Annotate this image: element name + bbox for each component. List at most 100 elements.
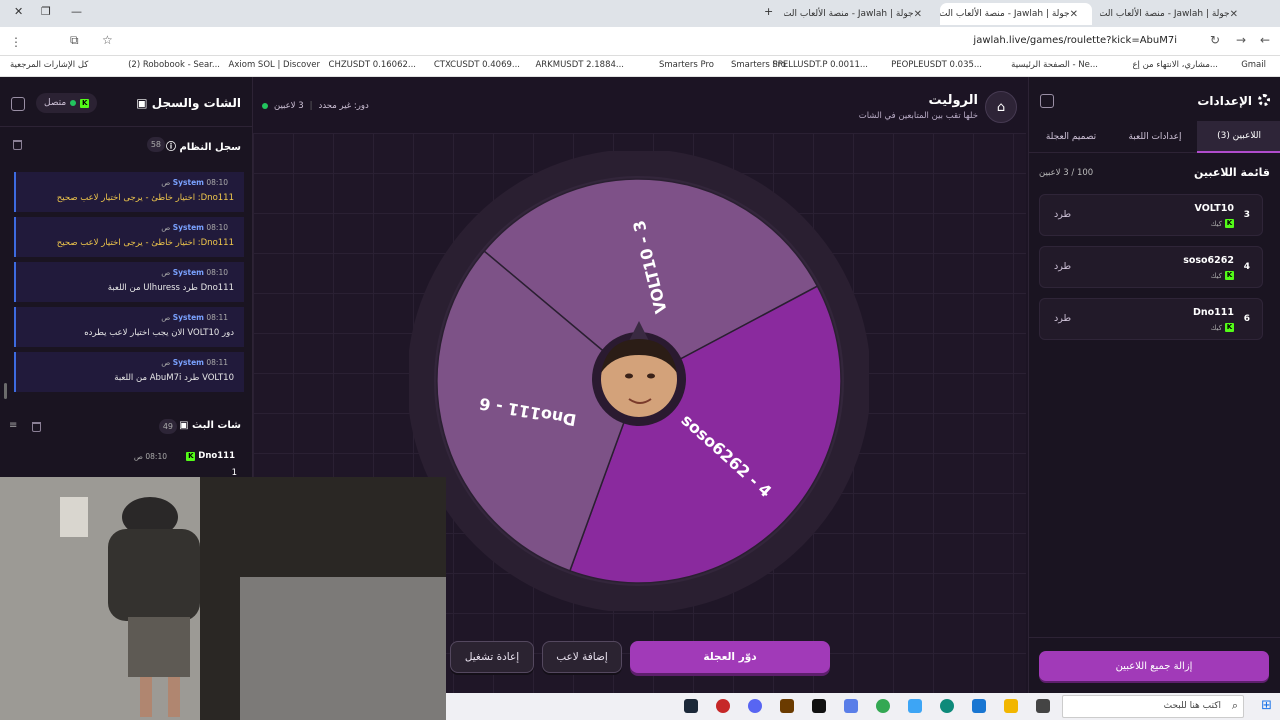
info-icon: ⓘ [165, 142, 176, 153]
obs-icon[interactable] [716, 699, 730, 713]
webcam-overlay [0, 477, 446, 720]
bookmark[interactable]: (2) Robobook - Sear... [128, 60, 220, 70]
home-button[interactable]: ⌂ [985, 91, 1017, 123]
tab-wheel-design[interactable]: تصميم العجلة [1029, 121, 1113, 153]
tab-close-icon[interactable]: ✕ [1230, 9, 1238, 20]
collapse-panel-icon[interactable] [1040, 94, 1054, 108]
browser-tab[interactable]: ✕ جولة | Jawlah - منصة الألعاب الت [1100, 3, 1252, 25]
forward-icon[interactable]: → [1236, 33, 1246, 47]
restore-window-icon[interactable]: ❐ [41, 5, 51, 18]
log-message: System 08:10 ص Dno111 طرد Ulhuress من ال… [14, 262, 244, 302]
log-meta: System 08:11 ص [161, 313, 228, 322]
game-status: دور: غير محدد | 3 لاعبين [262, 101, 369, 111]
player-name: VOLT10 [1194, 203, 1234, 214]
remove-all-players-button[interactable]: إزالة جميع اللاعبين [1039, 651, 1269, 681]
system-log-count: 58 [146, 137, 165, 152]
person-leg [168, 677, 180, 717]
status-divider: | [309, 101, 313, 111]
clear-chat-icon[interactable] [32, 422, 41, 432]
bookmark[interactable]: SPELLUSDT.P 0.0011... [772, 60, 868, 70]
game-title: الروليت [928, 93, 978, 108]
settings-gear-icon [1258, 94, 1270, 106]
browser-tab-active[interactable]: ✕ جولة | Jawlah - منصة الألعاب الت [940, 3, 1092, 25]
task-view-icon[interactable] [1036, 699, 1050, 713]
chat-panel-title-text: الشات والسجل [151, 96, 241, 110]
avatar-eye [625, 373, 633, 379]
player-name: soso6262 [1183, 255, 1234, 266]
address-bar: ⋮ ⧉ ☆ jawlah.live/games/roulette?kick=Ab… [0, 27, 1280, 56]
extensions-icon[interactable]: ⧉ [70, 33, 79, 48]
mail-icon[interactable] [908, 699, 922, 713]
store-icon[interactable] [972, 699, 986, 713]
stream-chat-title-text: شات البث [192, 420, 241, 431]
stream-chat-title: شات البث ▣ [179, 420, 241, 431]
app-icon[interactable] [780, 699, 794, 713]
log-sender: System [172, 178, 204, 187]
bookmark[interactable]: Smarters Pro [731, 60, 786, 70]
bookmark[interactable]: CHZUSDT 0.16062... [329, 60, 416, 70]
tab-close-icon[interactable]: ✕ [914, 9, 922, 20]
minimize-window-icon[interactable]: — [71, 5, 82, 18]
browser-tab[interactable]: ✕ جولة | Jawlah - منصة الألعاب الت [784, 3, 936, 25]
bookmark[interactable]: ARKMUSDT 2.1884... [535, 60, 624, 70]
file-explorer-icon[interactable] [1004, 699, 1018, 713]
kick-icon: K [1225, 323, 1234, 332]
url-field[interactable]: jawlah.live/games/roulette?kick=AbuM7i [973, 35, 1177, 46]
all-bookmarks[interactable]: كل الإشارات المرجعية [10, 60, 88, 70]
roulette-wheel[interactable]: VOLT10 - 3soso6262 - 4Dno111 - 6 [409, 151, 869, 611]
tab-close-icon[interactable]: ✕ [1070, 9, 1078, 20]
bookmark[interactable]: الصفحة الرئيسية - Ne... [1011, 60, 1098, 70]
chat-panel-title: الشات والسجل ▣ [136, 96, 241, 110]
system-log-title: سجل النظام ⓘ [166, 138, 241, 153]
collapse-panel-icon[interactable] [11, 97, 25, 111]
bookmark[interactable]: Axiom SOL | Discover [229, 60, 320, 70]
avatar-eye [647, 373, 655, 379]
chat-message: K Dno111 08:10 ص 1 [0, 447, 253, 478]
reload-icon[interactable]: ↻ [1210, 33, 1220, 47]
restart-button[interactable]: إعادة تشغيل [450, 641, 534, 673]
scrollbar-thumb[interactable] [4, 383, 7, 399]
webcam-feed [0, 477, 446, 720]
add-player-button[interactable]: إضافة لاعب [542, 641, 622, 673]
bookmark[interactable]: CTXCUSDT 0.4069... [434, 60, 520, 70]
connection-status: K متصل [36, 93, 98, 113]
spin-wheel-button[interactable]: دوّر العجلة [630, 641, 830, 673]
tiktok-icon[interactable] [812, 699, 826, 713]
tab-game-settings[interactable]: إعدادات اللعبة [1113, 121, 1197, 153]
bookmark[interactable]: مشاري، الانتهاء من إع... [1132, 60, 1218, 70]
discord-icon[interactable] [748, 699, 762, 713]
bookmark[interactable]: Smarters Pro [659, 60, 714, 70]
edge-icon[interactable] [940, 699, 954, 713]
kick-player-button[interactable]: طرد [1054, 261, 1071, 272]
search-icon: ⌕ [1231, 699, 1238, 712]
kick-icon: K [186, 452, 196, 461]
chat-panel-header: الشات والسجل ▣ K متصل [0, 77, 253, 127]
clear-log-icon[interactable] [13, 140, 22, 150]
chrome-icon[interactable] [876, 699, 890, 713]
app-icon[interactable] [844, 699, 858, 713]
platform-text: كيك [1210, 271, 1222, 280]
person-legs [128, 617, 190, 677]
tab-players[interactable]: اللاعبين (3) [1197, 121, 1280, 153]
steam-icon[interactable] [684, 699, 698, 713]
log-meta: System 08:10 ص [161, 178, 228, 187]
back-icon[interactable]: ← [1260, 33, 1270, 47]
taskbar-search-input[interactable]: اكتب هنا للبحث [1062, 695, 1244, 718]
tab-title: جولة | Jawlah - منصة الألعاب الت [1100, 9, 1230, 19]
bookmark-star-icon[interactable]: ☆ [102, 33, 113, 47]
filter-icon[interactable]: ≡ [9, 420, 17, 431]
close-window-icon[interactable]: ✕ [14, 5, 23, 18]
windows-start-icon[interactable]: ⊞ [1261, 698, 1272, 713]
wall-poster [60, 497, 88, 537]
menu-icon[interactable]: ⋮ [10, 35, 22, 49]
log-text: Dno111 طرد Ulhuress من اللعبة [107, 283, 234, 293]
player-number: 3 [1243, 210, 1250, 220]
kick-player-button[interactable]: طرد [1054, 209, 1071, 220]
new-tab-icon[interactable]: + [764, 5, 773, 18]
settings-tabs: اللاعبين (3) إعدادات اللعبة تصميم العجلة [1029, 121, 1280, 153]
bookmark[interactable]: PEOPLEUSDT 0.035... [891, 60, 982, 70]
kick-player-button[interactable]: طرد [1054, 313, 1071, 324]
bookmark[interactable]: Gmail [1241, 60, 1266, 70]
player-platform: K كيك [1211, 219, 1234, 228]
kick-icon: K [1225, 271, 1234, 280]
